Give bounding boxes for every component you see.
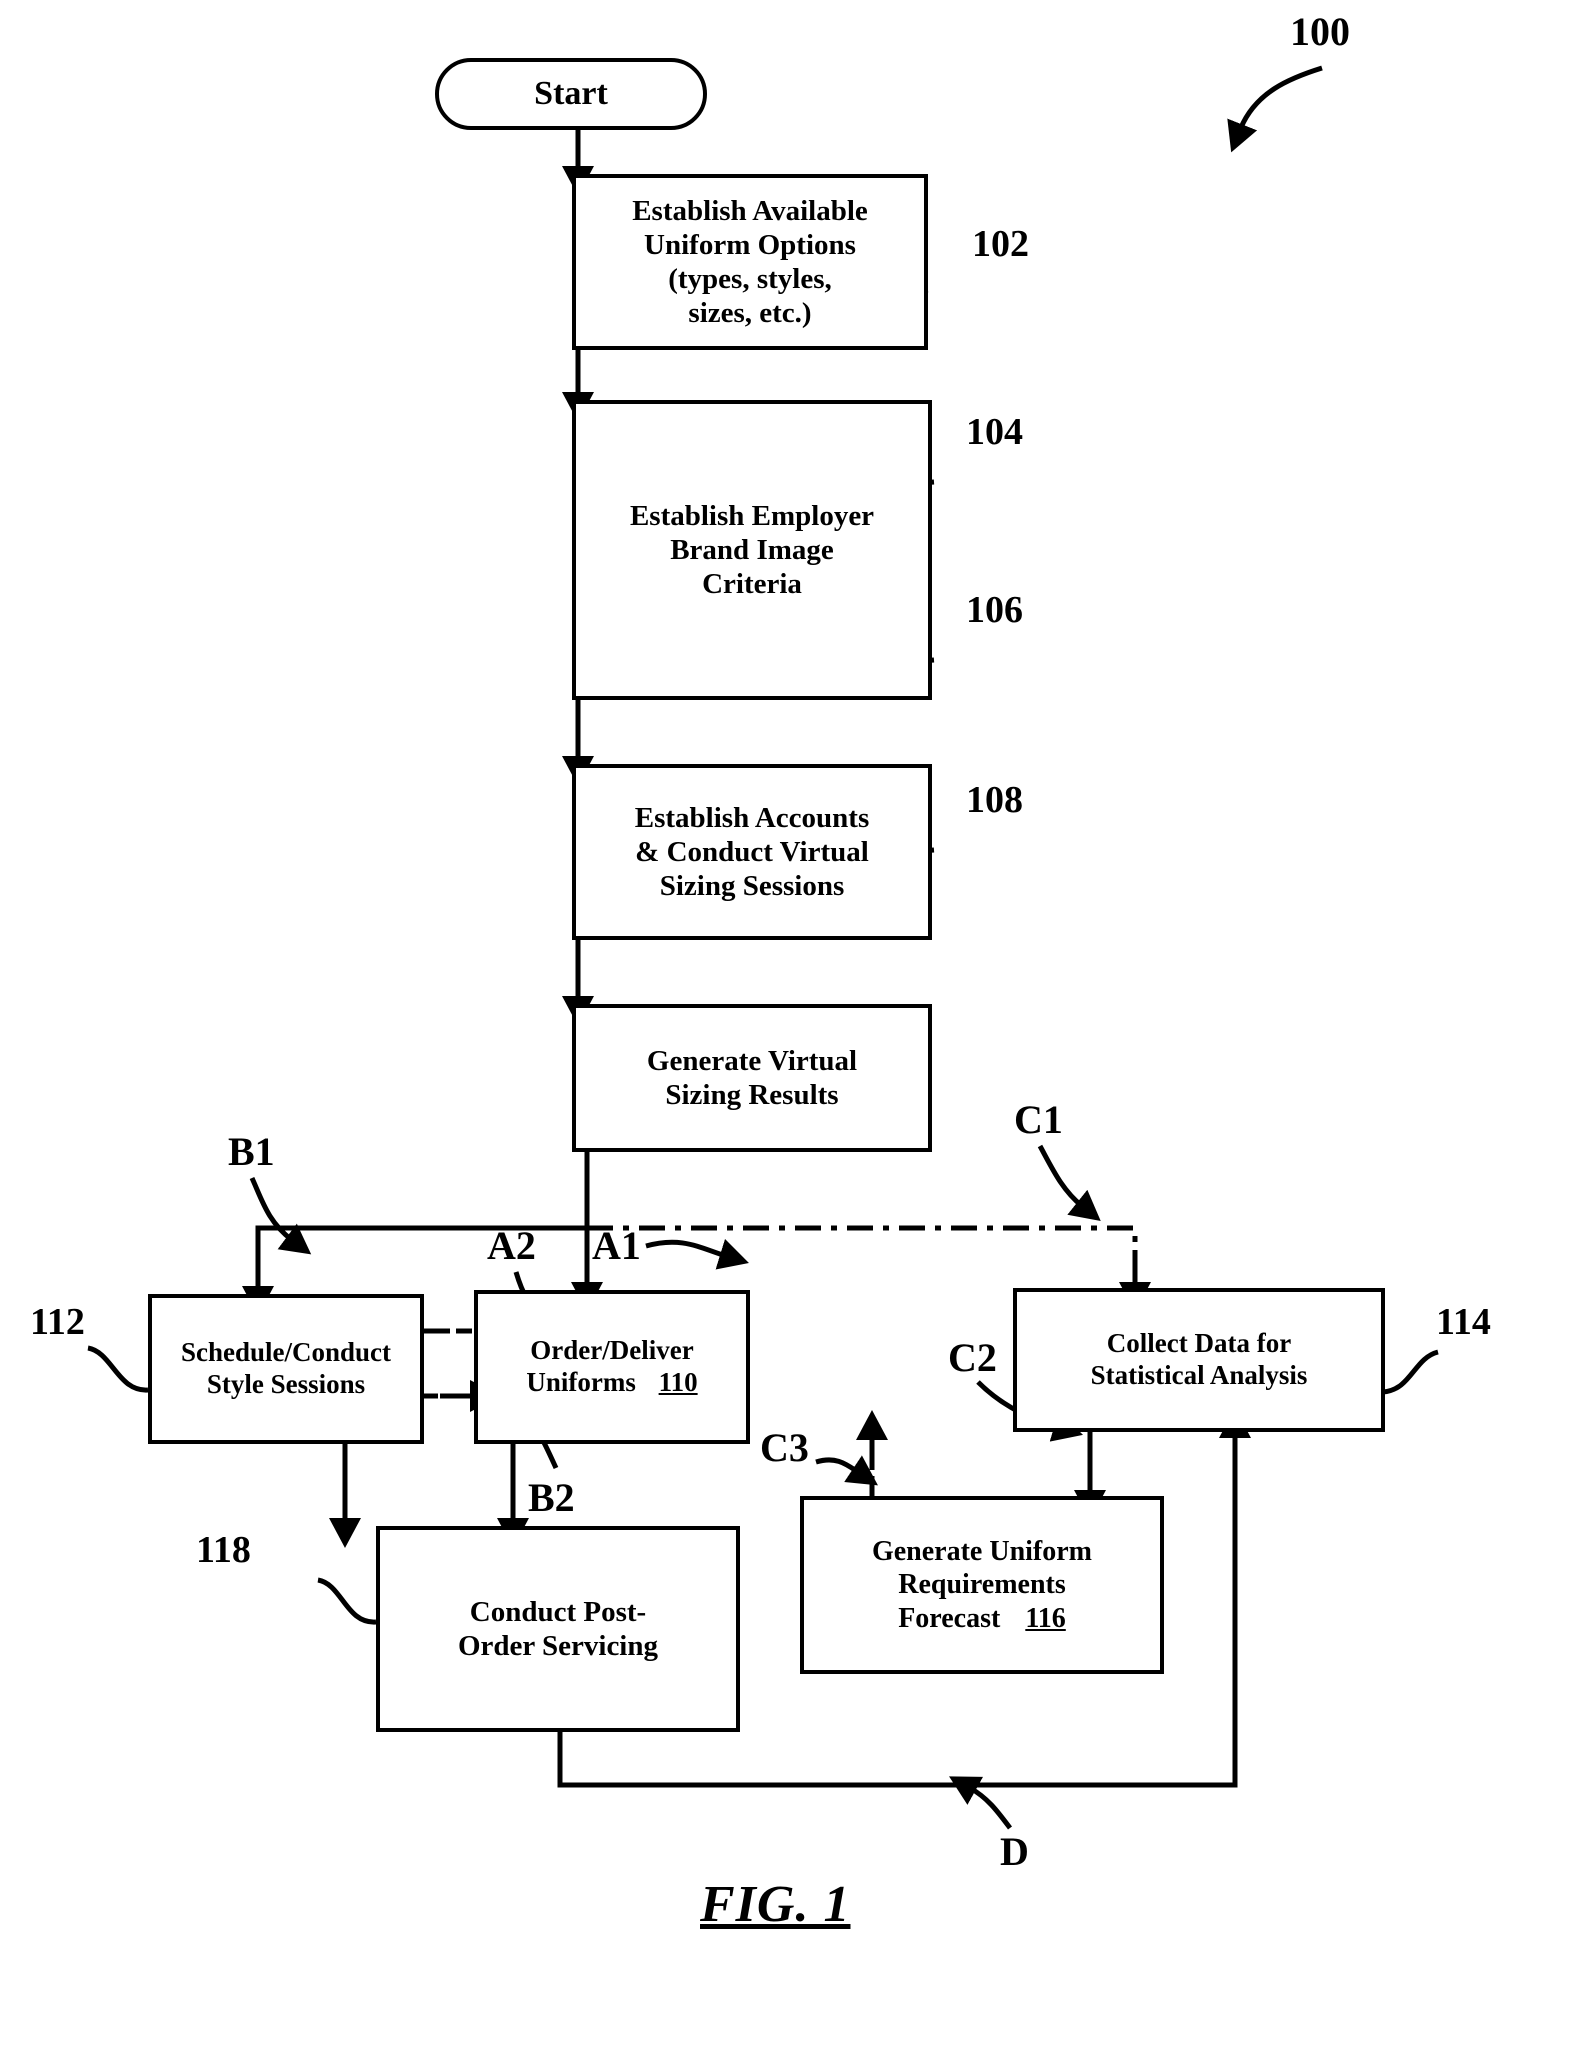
- connector-label-B2: B2: [528, 1475, 575, 1520]
- ref-108: 108: [966, 779, 1023, 821]
- node-116-line-0: Generate Uniform: [871, 1536, 1093, 1568]
- connector-label-D: D: [1000, 1829, 1029, 1874]
- leader-A1: [645, 1238, 749, 1270]
- ref-106: 106: [966, 589, 1023, 631]
- node-collect-data-statistical-analysis[interactable]: Collect Data for Statistical Analysis: [1013, 1288, 1385, 1432]
- node-112-line-1: Style Sessions: [206, 1369, 366, 1399]
- leader-100: [1227, 65, 1323, 153]
- node-118-line-0: Conduct Post-: [469, 1595, 647, 1628]
- leader-114: [1382, 1349, 1439, 1395]
- node-establish-brand-image-criteria[interactable]: Establish Employer Brand Image Criteria: [572, 400, 932, 700]
- node-116-line-2: Forecast 116: [898, 1602, 1066, 1635]
- leader-112: [87, 1345, 149, 1393]
- node-start-line-0: Start: [534, 74, 608, 112]
- connector-label-C3: C3: [760, 1425, 809, 1470]
- node-104-line-2: Criteria: [702, 568, 802, 601]
- node-106-line-0: Establish Accounts: [634, 801, 870, 834]
- node-schedule-conduct-style-sessions[interactable]: Schedule/Conduct Style Sessions: [148, 1294, 424, 1444]
- leader-C3: [815, 1455, 878, 1486]
- node-112-line-0: Schedule/Conduct: [180, 1337, 392, 1368]
- patent-figure-1: Start Establish Available Uniform Option…: [0, 0, 1579, 2049]
- node-102-line-3: sizes, etc.): [688, 297, 812, 330]
- node-start[interactable]: Start: [435, 58, 707, 130]
- node-104-line-0: Establish Employer: [629, 499, 875, 532]
- node-114-line-1: Statistical Analysis: [1090, 1360, 1308, 1390]
- leader-D: [949, 1776, 1013, 1830]
- leader-118: [317, 1577, 377, 1625]
- node-104-line-1: Brand Image: [670, 533, 834, 566]
- ref-104: 104: [966, 411, 1023, 453]
- node-generate-uniform-requirements-forecast[interactable]: Generate Uniform Requirements Forecast 1…: [800, 1496, 1164, 1674]
- leader-C1: [1037, 1144, 1101, 1222]
- ref-112: 112: [30, 1301, 85, 1343]
- node-118-line-1: Order Servicing: [457, 1630, 658, 1662]
- node-110-line-1: Uniforms 110: [526, 1367, 697, 1399]
- figure-caption: FIG. 1: [700, 1876, 851, 1933]
- connector-label-A2: A2: [487, 1223, 536, 1268]
- node-106-line-1: & Conduct Virtual: [635, 835, 869, 868]
- node-generate-virtual-sizing-results[interactable]: Generate Virtual Sizing Results: [572, 1004, 932, 1152]
- path-C1-108-to-114: [587, 1225, 1138, 1284]
- node-108-line-0: Generate Virtual: [646, 1044, 858, 1077]
- node-order-deliver-uniforms[interactable]: Order/Deliver Uniforms 110: [474, 1290, 750, 1444]
- node-106-line-2: Sizing Sessions: [659, 870, 845, 903]
- node-102-line-2: (types, styles,: [668, 263, 832, 295]
- node-establish-accounts-virtual-sizing[interactable]: Establish Accounts & Conduct Virtual Siz…: [572, 764, 932, 940]
- connector-label-A1: A1: [592, 1223, 641, 1268]
- connector-label-B1: B1: [228, 1129, 275, 1174]
- node-conduct-post-order-servicing[interactable]: Conduct Post- Order Servicing: [376, 1526, 740, 1732]
- ref-114: 114: [1436, 1301, 1491, 1343]
- node-116-inline-ref: 116: [1025, 1602, 1066, 1634]
- node-116-line-1: Requirements: [898, 1569, 1066, 1601]
- ref-100: 100: [1290, 9, 1350, 54]
- ref-118: 118: [196, 1529, 251, 1571]
- node-116-line-2-text: Forecast: [898, 1602, 1001, 1634]
- node-108-line-1: Sizing Results: [665, 1079, 839, 1111]
- ref-102: 102: [972, 223, 1029, 265]
- node-114-line-0: Collect Data for: [1106, 1328, 1292, 1359]
- bus-to-112: [255, 1225, 587, 1288]
- node-110-line-1-text: Uniforms: [526, 1367, 636, 1397]
- node-102-line-1: Uniform Options: [644, 228, 856, 261]
- node-110-inline-ref: 110: [658, 1367, 698, 1397]
- connector-label-C2: C2: [948, 1335, 997, 1380]
- connector-label-C1: C1: [1014, 1097, 1063, 1142]
- node-102-line-0: Establish Available: [632, 194, 868, 227]
- node-110-line-0: Order/Deliver: [530, 1335, 694, 1366]
- node-establish-uniform-options[interactable]: Establish Available Uniform Options (typ…: [572, 174, 928, 350]
